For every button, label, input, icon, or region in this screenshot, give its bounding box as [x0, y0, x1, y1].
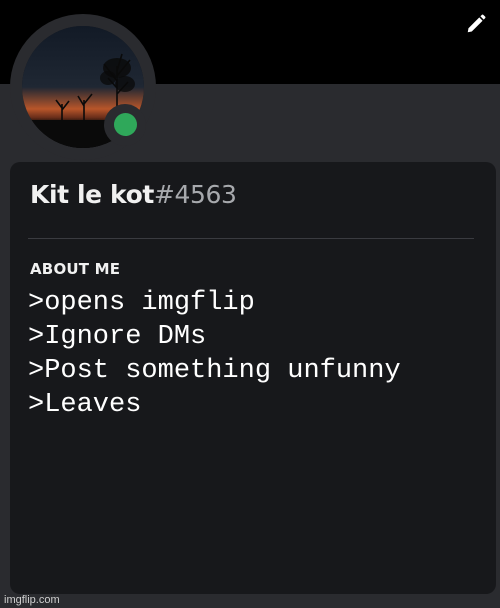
about-line: >Ignore DMs — [28, 322, 207, 352]
about-me-heading: ABOUT ME — [30, 260, 121, 278]
profile-popout: Kit le kot#4563 ABOUT ME >opens imgflip … — [0, 0, 500, 608]
pencil-icon — [465, 13, 487, 39]
about-line: >Post something unfunny — [28, 356, 401, 386]
profile-info-card: Kit le kot#4563 ABOUT ME >opens imgflip … — [10, 162, 496, 594]
about-me-text: >opens imgflip >Ignore DMs >Post somethi… — [28, 286, 401, 422]
about-line: >opens imgflip — [28, 288, 255, 318]
discriminator: #4563 — [153, 180, 237, 209]
online-status-indicator — [114, 113, 137, 136]
username: Kit le kot — [30, 180, 154, 209]
username-tag: Kit le kot#4563 — [30, 180, 237, 209]
edit-profile-button[interactable] — [462, 12, 490, 40]
about-line: >Leaves — [28, 390, 142, 420]
section-divider — [28, 238, 474, 239]
imgflip-watermark: imgflip.com — [4, 594, 60, 606]
